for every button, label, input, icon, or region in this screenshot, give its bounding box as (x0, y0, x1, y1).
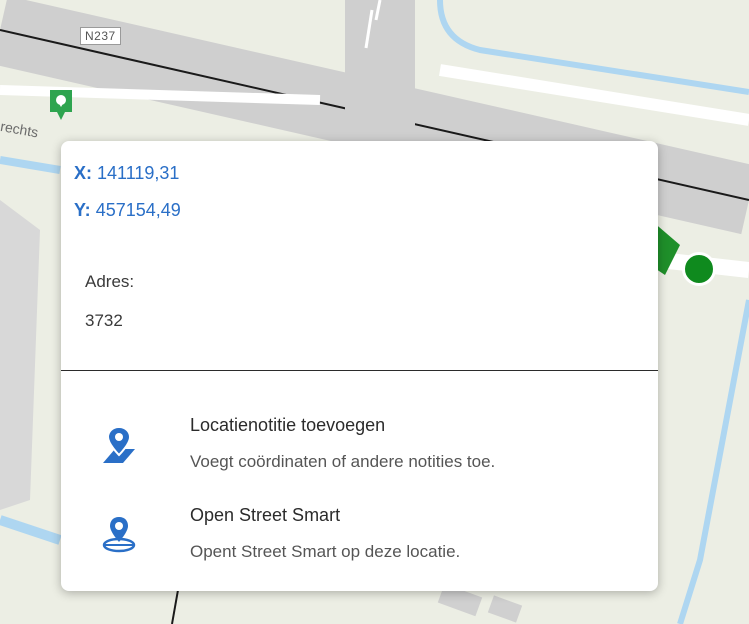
x-value: 141119,31 (97, 163, 180, 183)
y-coordinate: Y: 457154,49 (74, 200, 181, 221)
street-smart-icon (102, 517, 136, 553)
action-title: Open Street Smart (190, 505, 341, 525)
x-label: X: (74, 163, 92, 183)
location-note-icon (103, 425, 135, 463)
location-marker[interactable] (682, 252, 716, 286)
map-context-popup: X: 141119,31 Y: 457154,49 Adres: 3732 Lo… (61, 141, 658, 591)
divider (61, 370, 658, 371)
y-value: 457154,49 (95, 200, 181, 220)
open-street-smart-action[interactable]: Open Street Smart Opent Street Smart op … (61, 499, 658, 569)
x-coordinate: X: 141119,31 (74, 163, 179, 184)
address-value: 3732 (85, 311, 123, 330)
address-label: Adres: (85, 272, 135, 291)
action-title: Locatienotitie toevoegen (190, 415, 386, 435)
poi-marker-icon[interactable] (50, 90, 72, 120)
y-label: Y: (74, 200, 91, 220)
action-description: Voegt coördinaten of andere notities toe… (190, 452, 496, 471)
road-label-n237: N237 (80, 27, 121, 45)
add-location-note-action[interactable]: Locatienotitie toevoegen Voegt coördinat… (61, 409, 658, 479)
action-description: Opent Street Smart op deze locatie. (190, 542, 461, 561)
